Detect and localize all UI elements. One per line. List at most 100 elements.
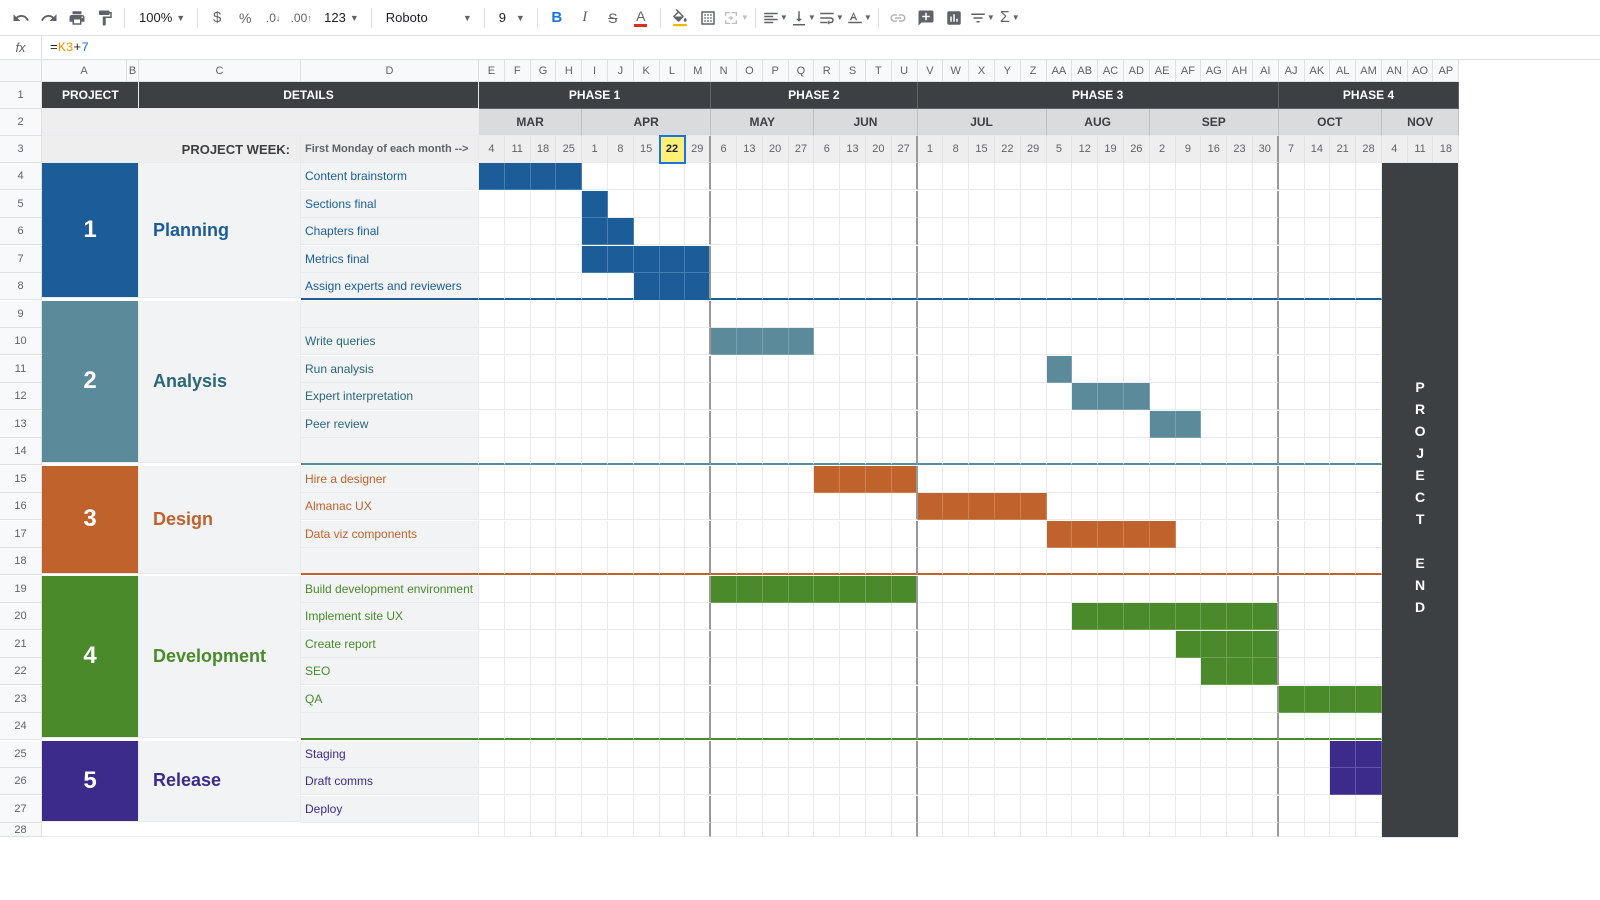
borders-button[interactable] <box>695 5 721 31</box>
undo-button[interactable] <box>8 5 34 31</box>
column-header[interactable]: AO <box>1408 60 1434 82</box>
row-header[interactable]: 7 <box>0 246 42 273</box>
row-header[interactable]: 10 <box>0 328 42 355</box>
text-wrap-button[interactable]: ▼ <box>818 5 844 31</box>
row-header[interactable]: 26 <box>0 768 42 795</box>
fill-color-button[interactable] <box>667 5 693 31</box>
row-header[interactable]: 2 <box>0 109 42 136</box>
row-header[interactable]: 19 <box>0 576 42 603</box>
column-header[interactable]: N <box>711 60 737 82</box>
text-rotation-button[interactable]: ▼ <box>846 5 872 31</box>
column-header[interactable]: AA <box>1047 60 1073 82</box>
column-header[interactable]: AK <box>1305 60 1331 82</box>
row-header[interactable]: 22 <box>0 658 42 685</box>
row-header[interactable]: 24 <box>0 713 42 740</box>
column-header[interactable]: AG <box>1201 60 1227 82</box>
column-header[interactable]: P <box>763 60 789 82</box>
column-header[interactable]: Z <box>1021 60 1047 82</box>
column-header[interactable]: AD <box>1124 60 1150 82</box>
formula-input[interactable]: =K3+7 <box>42 40 89 55</box>
row-header[interactable]: 25 <box>0 741 42 768</box>
column-header[interactable]: U <box>892 60 918 82</box>
percent-button[interactable]: % <box>232 5 258 31</box>
column-header[interactable]: Y <box>995 60 1021 82</box>
row-header[interactable]: 17 <box>0 521 42 548</box>
column-header[interactable]: AF <box>1176 60 1202 82</box>
column-header[interactable]: AN <box>1382 60 1408 82</box>
italic-button[interactable]: I <box>572 5 598 31</box>
row-header[interactable]: 1 <box>0 82 42 109</box>
column-header[interactable]: AE <box>1150 60 1176 82</box>
row-header[interactable]: 27 <box>0 796 42 823</box>
horizontal-align-button[interactable]: ▼ <box>762 5 788 31</box>
row-header[interactable]: 8 <box>0 273 42 300</box>
column-header[interactable]: V <box>918 60 944 82</box>
column-header[interactable]: AP <box>1433 60 1459 82</box>
font-size-select[interactable]: 9▼ <box>491 5 531 31</box>
decrease-decimal-button[interactable]: .0↓ <box>260 5 286 31</box>
row-header[interactable]: 21 <box>0 631 42 658</box>
insert-link-button[interactable] <box>885 5 911 31</box>
column-header[interactable]: O <box>737 60 763 82</box>
spreadsheet-grid[interactable]: ABCDEFGHIJKLMNOPQRSTUVWXYZAAABACADAEAFAG… <box>0 60 1600 838</box>
row-header[interactable]: 4 <box>0 163 42 190</box>
row-header[interactable]: 16 <box>0 493 42 520</box>
strikethrough-button[interactable]: S <box>600 5 626 31</box>
redo-button[interactable] <box>36 5 62 31</box>
row-header[interactable]: 28 <box>0 823 42 837</box>
column-header[interactable]: J <box>608 60 634 82</box>
text-color-button[interactable]: A <box>628 5 654 31</box>
column-header[interactable]: AJ <box>1279 60 1305 82</box>
column-header[interactable]: H <box>556 60 582 82</box>
column-header[interactable]: L <box>660 60 686 82</box>
column-header[interactable]: AM <box>1356 60 1382 82</box>
row-header[interactable]: 14 <box>0 438 42 465</box>
column-header[interactable]: AI <box>1253 60 1279 82</box>
row-header[interactable]: 13 <box>0 411 42 438</box>
column-header[interactable]: B <box>127 60 139 82</box>
vertical-align-button[interactable]: ▼ <box>790 5 816 31</box>
functions-button[interactable]: Σ▼ <box>997 5 1023 31</box>
column-header[interactable]: X <box>969 60 995 82</box>
merge-cells-button[interactable]: ▼ <box>723 5 749 31</box>
column-header[interactable]: AH <box>1227 60 1253 82</box>
row-header[interactable]: 3 <box>0 136 42 163</box>
print-button[interactable] <box>64 5 90 31</box>
column-header[interactable]: W <box>943 60 969 82</box>
row-header[interactable]: 23 <box>0 686 42 713</box>
row-header[interactable]: 12 <box>0 383 42 410</box>
row-header[interactable]: 18 <box>0 548 42 575</box>
paint-format-button[interactable] <box>92 5 118 31</box>
row-header[interactable]: 11 <box>0 356 42 383</box>
column-header[interactable]: I <box>582 60 608 82</box>
column-header[interactable]: AB <box>1072 60 1098 82</box>
column-header[interactable]: G <box>531 60 557 82</box>
row-header[interactable]: 20 <box>0 603 42 630</box>
row-header[interactable]: 15 <box>0 466 42 493</box>
filter-button[interactable]: ▼ <box>969 5 995 31</box>
font-select[interactable]: Roboto▼ <box>378 5 478 31</box>
row-header[interactable]: 9 <box>0 301 42 328</box>
column-header[interactable]: Q <box>789 60 815 82</box>
insert-comment-button[interactable] <box>913 5 939 31</box>
column-header[interactable]: AC <box>1098 60 1124 82</box>
insert-chart-button[interactable] <box>941 5 967 31</box>
zoom-select[interactable]: 100%▼ <box>131 5 191 31</box>
column-header[interactable]: T <box>866 60 892 82</box>
row-header[interactable]: 6 <box>0 218 42 245</box>
column-header[interactable]: A <box>42 60 127 82</box>
column-header[interactable]: K <box>634 60 660 82</box>
column-header[interactable]: C <box>139 60 301 82</box>
bold-button[interactable]: B <box>544 5 570 31</box>
row-header[interactable]: 5 <box>0 191 42 218</box>
increase-decimal-button[interactable]: .00↑ <box>288 5 314 31</box>
column-header[interactable]: AL <box>1330 60 1356 82</box>
column-header[interactable]: S <box>840 60 866 82</box>
more-formats-select[interactable]: 123▼ <box>316 5 365 31</box>
column-header[interactable]: R <box>814 60 840 82</box>
column-header[interactable]: E <box>479 60 505 82</box>
column-header[interactable]: F <box>505 60 531 82</box>
currency-button[interactable]: $ <box>204 5 230 31</box>
column-header[interactable]: M <box>685 60 711 82</box>
column-header[interactable]: D <box>301 60 479 82</box>
